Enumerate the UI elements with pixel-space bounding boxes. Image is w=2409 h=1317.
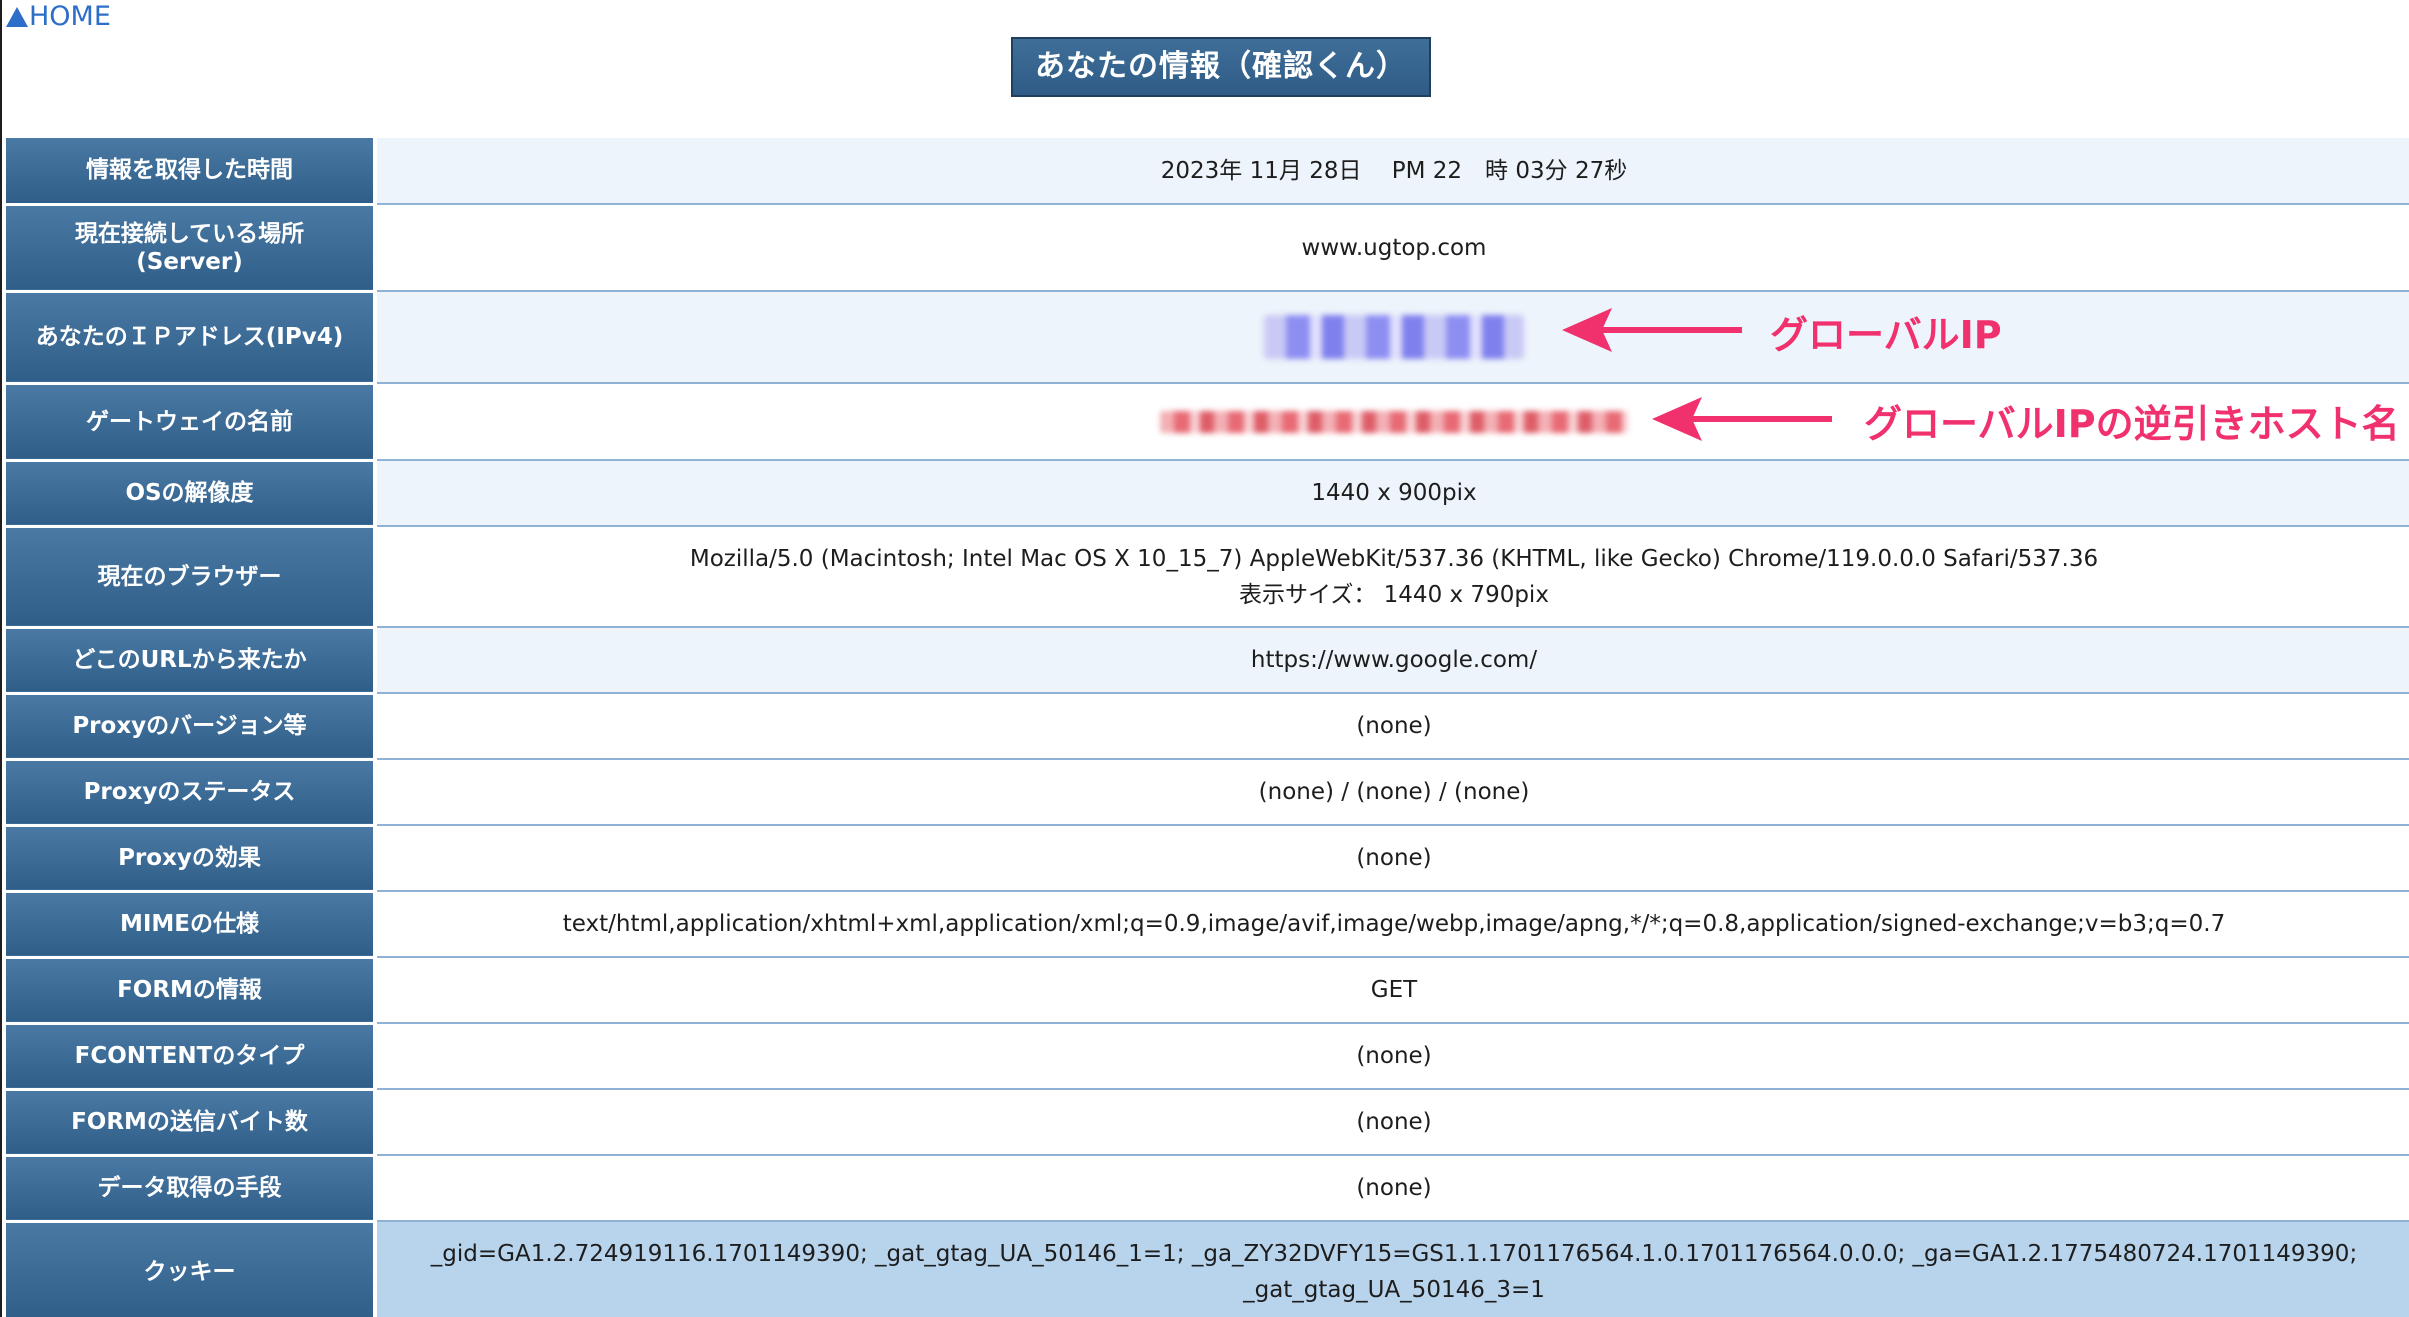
row-value: (none) [375, 693, 2409, 760]
table-row: 情報を取得した時間 2023年 11月 28日 PM 22 時 03分 27秒 [6, 138, 2409, 206]
row-value-ip [375, 291, 2409, 384]
row-value: www.ugtop.com [375, 204, 2409, 292]
row-label: MIMEの仕様 [6, 891, 377, 959]
row-value-line: _gid=GA1.2.724919116.1701149390; _gat_gt… [430, 1240, 2358, 1267]
row-value: GET [375, 957, 2409, 1024]
row-value: (none) [375, 1155, 2409, 1222]
row-label: 現在接続している場所 (Server) [6, 204, 377, 293]
row-label: あなたのＩＰアドレス(IPv4) [6, 291, 377, 385]
row-value: https://www.google.com/ [375, 627, 2409, 694]
row-label: OSの解像度 [6, 460, 377, 528]
row-value: (none) [375, 825, 2409, 892]
annotation-arrow-host [1652, 397, 1832, 441]
row-label: FCONTENTのタイプ [6, 1023, 377, 1091]
redacted-hostname [1160, 411, 1628, 433]
row-value: 2023年 11月 28日 PM 22 時 03分 27秒 [375, 138, 2409, 205]
triangle-up-icon [6, 7, 28, 27]
annotation-arrow-ip [1562, 308, 1742, 352]
row-label: Proxyのステータス [6, 759, 377, 827]
home-link-label: HOME [29, 1, 111, 32]
row-value: text/html,application/xhtml+xml,applicat… [375, 891, 2409, 958]
row-label: 現在のブラウザー [6, 526, 377, 629]
row-value: _gid=GA1.2.724919116.1701149390; _gat_gt… [375, 1221, 2409, 1317]
table-row: データ取得の手段 (none) [6, 1155, 2409, 1223]
table-row: クッキー _gid=GA1.2.724919116.1701149390; _g… [6, 1221, 2409, 1317]
info-table: 情報を取得した時間 2023年 11月 28日 PM 22 時 03分 27秒 … [6, 138, 2409, 1317]
table-row: FORMの送信バイト数 (none) [6, 1089, 2409, 1157]
table-row: あなたのＩＰアドレス(IPv4) [6, 291, 2409, 385]
row-value: 1440 x 900pix [375, 460, 2409, 527]
row-value: Mozilla/5.0 (Macintosh; Intel Mac OS X 1… [375, 526, 2409, 628]
row-label: クッキー [6, 1221, 377, 1317]
row-label: データ取得の手段 [6, 1155, 377, 1223]
row-label-line: (Server) [136, 248, 243, 275]
table-row: MIMEの仕様 text/html,application/xhtml+xml,… [6, 891, 2409, 959]
table-row: Proxyの効果 (none) [6, 825, 2409, 893]
row-value-line: _gat_gtag_UA_50146_3=1 [1243, 1276, 1545, 1303]
row-label: 情報を取得した時間 [6, 138, 377, 206]
annotation-ip-label: グローバルIP [1770, 313, 2002, 357]
row-value-line: Mozilla/5.0 (Macintosh; Intel Mac OS X 1… [689, 545, 2099, 572]
row-label: ゲートウェイの名前 [6, 383, 377, 462]
row-label: Proxyの効果 [6, 825, 377, 893]
page: HOME あなたの情報（確認くん） 情報を取得した時間 2023年 11月 28… [0, 0, 2409, 1317]
annotation-host-label: グローバルIPの逆引きホスト名 [1864, 402, 2400, 446]
redacted-ip [1264, 315, 1524, 359]
row-label: どこのURLから来たか [6, 627, 377, 695]
table-row: どこのURLから来たか https://www.google.com/ [6, 627, 2409, 695]
row-value-line: 表示サイズ： 1440 x 790pix [1239, 581, 1549, 608]
row-value: (none) [375, 1089, 2409, 1156]
row-label: FORMの送信バイト数 [6, 1089, 377, 1157]
row-value: (none) [375, 1023, 2409, 1090]
home-link[interactable]: HOME [6, 0, 111, 34]
row-label: Proxyのバージョン等 [6, 693, 377, 761]
table-row: Proxyのバージョン等 (none) [6, 693, 2409, 761]
row-label-line: 現在接続している場所 [74, 220, 305, 247]
row-label: FORMの情報 [6, 957, 377, 1025]
row-value: (none) / (none) / (none) [375, 759, 2409, 826]
table-row: 現在接続している場所 (Server) www.ugtop.com [6, 204, 2409, 293]
table-row: FCONTENTのタイプ (none) [6, 1023, 2409, 1091]
table-row: 現在のブラウザー Mozilla/5.0 (Macintosh; Intel M… [6, 526, 2409, 629]
table-row: Proxyのステータス (none) / (none) / (none) [6, 759, 2409, 827]
table-row: OSの解像度 1440 x 900pix [6, 460, 2409, 528]
table-row: FORMの情報 GET [6, 957, 2409, 1025]
page-title: あなたの情報（確認くん） [1011, 37, 1431, 97]
